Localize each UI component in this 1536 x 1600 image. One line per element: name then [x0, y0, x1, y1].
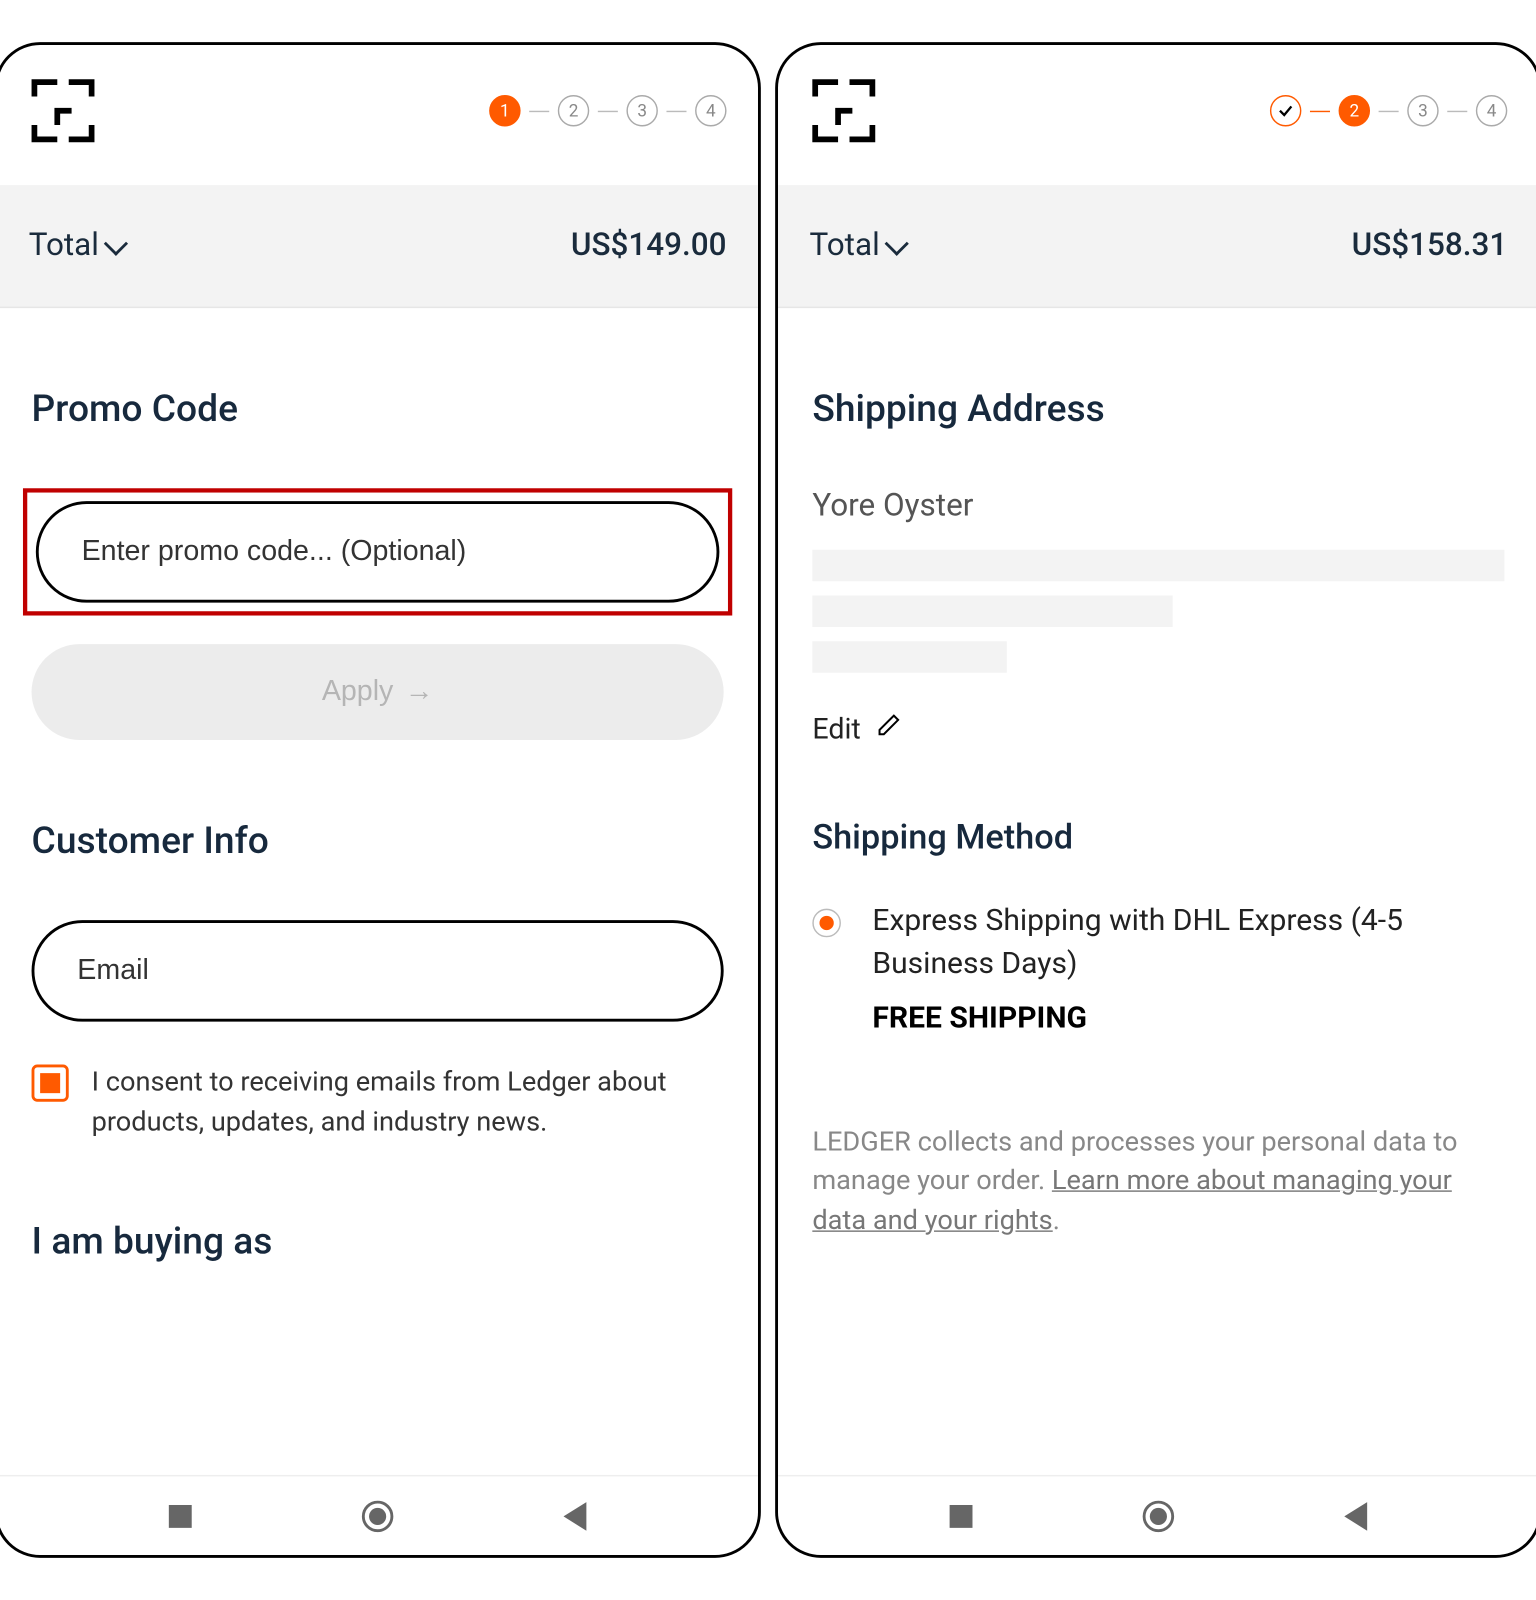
nav-recent-icon[interactable]: [949, 1504, 972, 1527]
email-field[interactable]: [32, 920, 724, 1022]
step-3[interactable]: 3: [1407, 95, 1438, 126]
step-2[interactable]: 2: [558, 95, 589, 126]
app-header: 1 2 3 4: [0, 45, 758, 185]
buying-as-heading: I am buying as: [32, 1221, 724, 1264]
nav-recent-icon[interactable]: [168, 1504, 191, 1527]
progress-stepper: 2 3 4: [1270, 95, 1507, 126]
step-1[interactable]: 1: [489, 95, 520, 126]
total-amount: US$158.31: [1352, 228, 1508, 264]
shipping-option-radio[interactable]: [812, 909, 841, 938]
pencil-icon: [875, 710, 904, 746]
address-line-redacted: [812, 550, 1504, 581]
nav-home-icon[interactable]: [1143, 1500, 1174, 1531]
shipping-method-heading: Shipping Method: [812, 817, 1504, 857]
step-4[interactable]: 4: [695, 95, 726, 126]
ledger-logo-icon: [29, 76, 98, 145]
android-navbar: [778, 1475, 1536, 1555]
checkout-step2-screen: 2 3 4 Total US$158.31 Shipping Address Y…: [775, 42, 1536, 1558]
android-navbar: [0, 1475, 758, 1555]
chevron-down-icon: [885, 231, 909, 255]
address-line-redacted: [812, 641, 1006, 672]
shipping-address-heading: Shipping Address: [812, 388, 1504, 431]
free-shipping-badge: FREE SHIPPING: [872, 1001, 1504, 1035]
step-2[interactable]: 2: [1339, 95, 1370, 126]
arrow-right-icon: [405, 676, 434, 709]
promo-highlight-box: [23, 488, 732, 615]
checkout-step1-screen: 1 2 3 4 Total US$149.00 Promo Code Appl: [0, 42, 761, 1558]
ledger-logo-icon: [809, 76, 878, 145]
privacy-notice: LEDGER collects and processes your perso…: [812, 1122, 1504, 1240]
promo-code-input[interactable]: [36, 501, 720, 603]
recipient-name: Yore Oyster: [812, 488, 1504, 524]
promo-code-heading: Promo Code: [32, 388, 724, 431]
total-label: Total: [809, 228, 905, 264]
total-label: Total: [29, 228, 125, 264]
shipping-option-label: Express Shipping with DHL Express (4-5 B…: [872, 900, 1504, 987]
edit-address-link[interactable]: Edit: [812, 710, 1504, 746]
app-header: 2 3 4: [778, 45, 1536, 185]
chevron-down-icon: [104, 231, 128, 255]
nav-back-icon[interactable]: [564, 1501, 587, 1530]
customer-info-heading: Customer Info: [32, 820, 724, 863]
apply-label: Apply: [322, 676, 394, 709]
nav-home-icon[interactable]: [362, 1500, 393, 1531]
progress-stepper: 1 2 3 4: [489, 95, 726, 126]
total-summary-bar[interactable]: Total US$158.31: [778, 185, 1536, 308]
step-3[interactable]: 3: [626, 95, 657, 126]
address-line-redacted: [812, 596, 1172, 627]
consent-text: I consent to receiving emails from Ledge…: [92, 1062, 724, 1141]
total-summary-bar[interactable]: Total US$149.00: [0, 185, 758, 308]
step-1-done[interactable]: [1270, 95, 1301, 126]
apply-button[interactable]: Apply: [32, 644, 724, 740]
total-amount: US$149.00: [571, 228, 727, 264]
consent-checkbox[interactable]: [32, 1065, 69, 1102]
nav-back-icon[interactable]: [1345, 1501, 1368, 1530]
step-4[interactable]: 4: [1476, 95, 1507, 126]
